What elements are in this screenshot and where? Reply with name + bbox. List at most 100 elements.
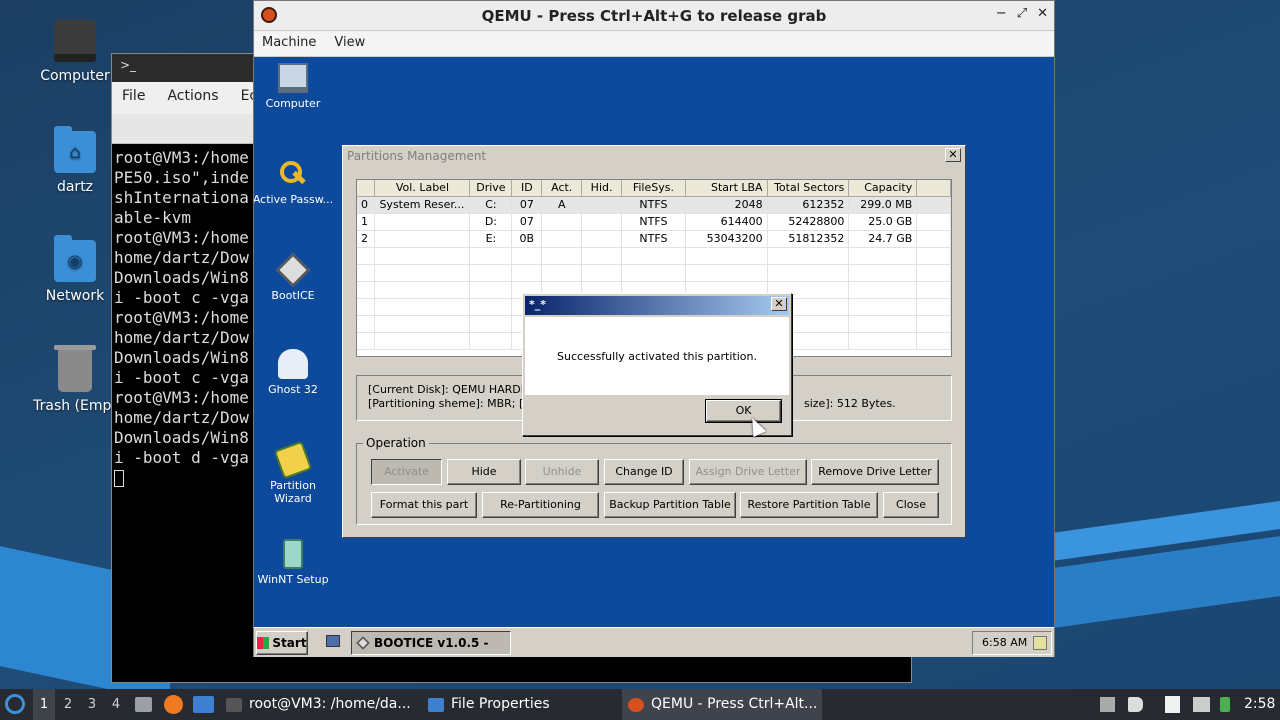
menu-file[interactable]: File	[122, 88, 145, 108]
message-box-titlebar[interactable]: *_* ✕	[525, 296, 789, 315]
firefox-icon[interactable]	[164, 695, 183, 714]
home-folder-icon: ⌂	[54, 126, 96, 173]
desktop-icon-label: Computer	[40, 68, 110, 84]
guest-icon-winnt-setup[interactable]: WinNT Setup	[254, 539, 335, 586]
cell-total-sectors: 51812352	[767, 230, 850, 248]
maximize-icon[interactable]: ⤢	[1017, 6, 1027, 21]
column-header[interactable]: Capacity	[848, 180, 918, 197]
host-clock[interactable]: 2:58	[1244, 689, 1275, 720]
qemu-titlebar[interactable]: QEMU - Press Ctrl+Alt+G to release grab …	[254, 1, 1054, 31]
column-header[interactable]: FileSys.	[621, 180, 686, 197]
trash-icon	[54, 345, 96, 392]
column-header[interactable]: Hid.	[581, 180, 623, 197]
menu-view[interactable]: View	[334, 35, 365, 52]
table-row[interactable]: 0 System Reser... C: 07 A NTFS 2048 6123…	[357, 196, 951, 214]
show-desktop-icon[interactable]	[326, 635, 340, 647]
guest-screen[interactable]: Computer Active Passw... BootICE Ghost 3…	[254, 57, 1054, 657]
cell-filesys: NTFS	[621, 230, 686, 248]
start-button[interactable]: Start	[256, 631, 308, 655]
cell-capacity: 25.0 GB	[848, 213, 918, 231]
pm-titlebar[interactable]: Partitions Management ✕	[343, 146, 965, 167]
cell-hidden	[581, 213, 623, 231]
guest-clock[interactable]: 6:58 AM	[982, 636, 1027, 649]
column-header[interactable]: ID	[511, 180, 543, 197]
column-header[interactable]: Act.	[541, 180, 583, 197]
hide-button[interactable]: Hide	[447, 459, 521, 485]
backup-partition-table-button[interactable]: Backup Partition Table	[604, 492, 736, 518]
guest-icon-label: Active Passw...	[254, 193, 334, 206]
host-desktop: Computer ⌂ dartz ◉ Network Trash (Empt >…	[0, 0, 1280, 720]
clipboard-icon[interactable]	[1165, 696, 1180, 713]
menu-machine[interactable]: Machine	[262, 35, 316, 52]
format-partition-button[interactable]: Format this part	[371, 492, 477, 518]
cell-hidden	[581, 230, 623, 248]
workspace-2[interactable]: 2	[57, 689, 79, 720]
activate-button[interactable]: Activate	[371, 459, 442, 485]
ghost-icon	[278, 349, 308, 379]
cell-id: 0B	[511, 230, 543, 248]
empty-row	[357, 247, 951, 265]
table-row[interactable]: 2 E: 0B NTFS 53043200 51812352 24.7 GB	[357, 230, 951, 248]
remove-drive-letter-button[interactable]: Remove Drive Letter	[811, 459, 939, 485]
close-icon[interactable]: ✕	[771, 297, 787, 311]
display-icon[interactable]	[1193, 697, 1210, 712]
task-qemu[interactable]: QEMU - Press Ctrl+Alt...	[622, 689, 822, 720]
task-terminal[interactable]: root@VM3: /home/da...	[220, 689, 418, 720]
guest-icon-active-password[interactable]: Active Passw...	[254, 159, 335, 206]
workspace-1[interactable]: 1	[33, 689, 55, 720]
assign-drive-letter-button[interactable]: Assign Drive Letter	[689, 459, 807, 485]
re-partitioning-button[interactable]: Re-Partitioning	[482, 492, 599, 518]
workspace-4[interactable]: 4	[105, 689, 127, 720]
windows-logo-icon	[257, 637, 270, 649]
app-menu-icon[interactable]	[5, 694, 25, 714]
cell-index: 2	[357, 230, 376, 248]
cell-id: 07	[511, 213, 543, 231]
cell-filesys: NTFS	[621, 213, 686, 231]
volume-icon[interactable]	[1128, 697, 1143, 712]
sector-size-text: size]: 512 Bytes.	[804, 397, 896, 410]
change-id-button[interactable]: Change ID	[604, 459, 684, 485]
qemu-window[interactable]: QEMU - Press Ctrl+Alt+G to release grab …	[253, 0, 1055, 657]
bootice-icon	[356, 636, 370, 650]
cell-hidden	[581, 196, 623, 214]
column-header[interactable]	[357, 180, 376, 197]
taskbar-item-bootice[interactable]: BOOTICE v1.0.5 - b...	[351, 631, 511, 655]
cell-vol-label: System Reser...	[374, 196, 471, 214]
desktop-icon-network[interactable]: ◉ Network	[25, 235, 125, 304]
desktop-icon-dartz[interactable]: ⌂ dartz	[25, 126, 125, 195]
cell-empty	[916, 196, 951, 214]
task-file-properties[interactable]: File Properties	[422, 689, 618, 720]
empty-row	[357, 264, 951, 282]
desktop-icon-computer[interactable]: Computer	[25, 20, 125, 84]
message-box[interactable]: *_* ✕ Successfully activated this partit…	[522, 293, 792, 436]
table-row[interactable]: 1 D: 07 NTFS 614400 52428800 25.0 GB	[357, 213, 951, 231]
cell-capacity: 24.7 GB	[848, 230, 918, 248]
guest-icon-partition-wizard[interactable]: Partition Wizard	[254, 440, 335, 505]
column-header[interactable]: Drive	[469, 180, 513, 197]
column-header[interactable]: Start LBA	[685, 180, 768, 197]
workspace-3[interactable]: 3	[81, 689, 103, 720]
message-box-body: Successfully activated this partition.	[525, 317, 789, 395]
ok-button[interactable]: OK	[705, 399, 782, 423]
unhide-button[interactable]: Unhide	[525, 459, 599, 485]
close-icon[interactable]: ✕	[1037, 6, 1048, 21]
key-icon	[278, 159, 308, 189]
restore-partition-table-button[interactable]: Restore Partition Table	[740, 492, 878, 518]
minimize-icon[interactable]: −	[996, 6, 1007, 21]
folder-icon[interactable]	[193, 696, 214, 713]
column-header[interactable]: Vol. Label	[374, 180, 471, 197]
guest-icon-ghost[interactable]: Ghost 32	[254, 349, 335, 396]
guest-icon-computer[interactable]: Computer	[254, 63, 335, 110]
tray-icon[interactable]	[1033, 636, 1047, 650]
menu-actions[interactable]: Actions	[167, 88, 218, 108]
battery-icon[interactable]	[1220, 697, 1230, 712]
task-label: QEMU - Press Ctrl+Alt...	[651, 696, 818, 712]
cell-active	[541, 230, 583, 248]
column-header[interactable]: Total Sectors	[767, 180, 850, 197]
eject-icon[interactable]	[1100, 697, 1115, 712]
file-manager-icon[interactable]	[135, 697, 152, 712]
taskbar-item-label: BOOTICE v1.0.5 - b...	[374, 636, 489, 650]
close-icon[interactable]: ✕	[945, 148, 961, 162]
close-button[interactable]: Close	[883, 492, 939, 518]
guest-icon-bootice[interactable]: BootICE	[254, 253, 335, 302]
